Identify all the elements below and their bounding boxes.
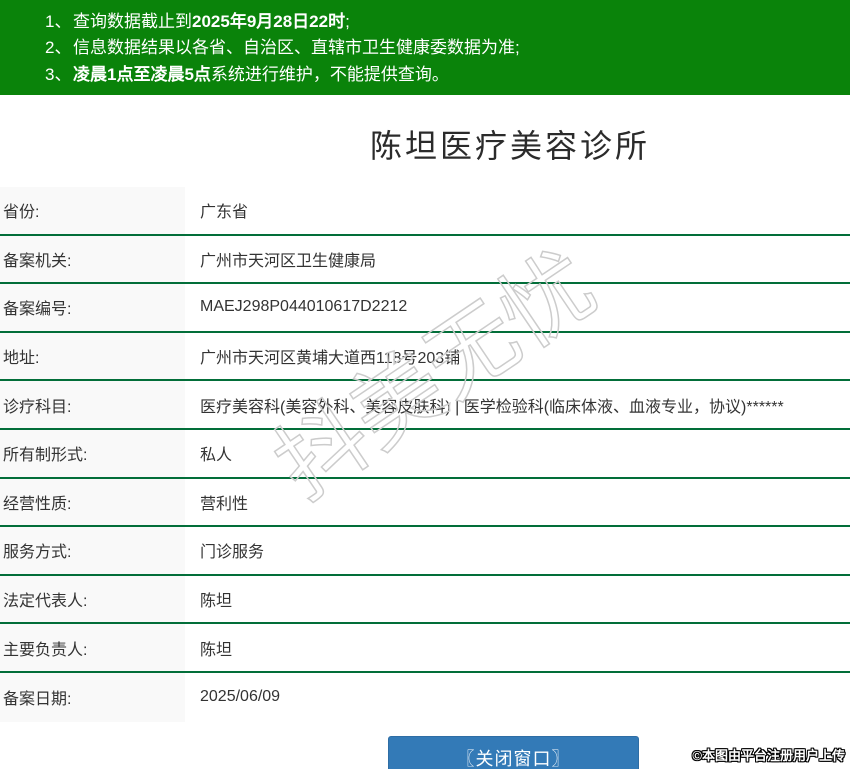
notice-text: ; [345,12,350,31]
table-row-filing-number: 备案编号: MAEJ298P044010617D2212 [0,284,850,333]
row-label: 服务方式: [0,527,185,574]
row-label: 地址: [0,332,185,380]
table-row-legal-representative: 法定代表人: 陈坦 [0,575,850,625]
row-value: 广东省 [200,204,249,222]
row-label: 诊疗科目: [0,381,185,428]
notice-line-2: 2、信息数据结果以各省、自治区、直辖市卫生健康委数据为准; [45,35,850,61]
table-row-principal: 主要负责人: 陈坦 [0,624,850,673]
row-label: 备案机关: [0,235,185,283]
row-label: 法定代表人: [0,575,185,623]
table-row-filing-authority: 备案机关: 广州市天河区卫生健康局 [0,235,850,285]
upload-credit-note: ©本图由平台注册用户上传 [692,748,845,763]
row-value: 陈坦 [200,593,233,611]
notice-text: 信息数据结果以各省、自治区、直辖市卫生健康委数据为准; [73,38,520,58]
table-row-province: 省份: 广东省 [0,187,850,236]
notice-number: 1、 [45,12,72,31]
table-row-ownership-type: 所有制形式: 私人 [0,429,850,479]
row-value: 陈坦 [200,641,233,659]
row-value: 营利性 [200,495,249,513]
query-result-page: 1、查询数据截止到2025年9月28日22时; 2、信息数据结果以各省、自治区、… [0,0,850,769]
table-row-medical-subjects: 诊疗科目: 医疗美容科(美容外科、美容皮肤科) | 医学检验科(临床体液、血液专… [0,381,850,430]
notice-text-bold: 凌晨1点至凌晨5点 [73,64,211,84]
table-row-filing-date: 备案日期: 2025/06/09 [0,672,850,722]
row-label: 备案编号: [0,284,185,331]
row-label: 所有制形式: [0,429,185,477]
close-window-button[interactable]: 〖关闭窗口〗 [388,736,639,769]
row-label: 主要负责人: [0,624,185,671]
row-label: 经营性质: [0,478,185,526]
row-value: 门诊服务 [200,544,265,562]
notice-banner: 1、查询数据截止到2025年9月28日22时; 2、信息数据结果以各省、自治区、… [0,0,850,95]
row-value: 2025/06/09 [200,688,281,706]
row-value: 医疗美容科(美容外科、美容皮肤科) | 医学检验科(临床体液、血液专业，协议)*… [200,398,784,416]
page-title: 陈坦医疗美容诊所 [369,128,650,164]
notice-text: 查询数据截止到 [73,12,192,31]
notice-line-3: 3、凌晨1点至凌晨5点系统进行维护，不能提供查询。 [45,62,850,88]
notice-number: 3、 [45,64,72,84]
row-value: 广州市天河区卫生健康局 [200,252,377,270]
row-value: MAEJ298P044010617D2212 [200,298,408,316]
row-value: 广州市天河区黄埔大道西118号203铺 [200,350,461,368]
notice-line-1: 1、查询数据截止到2025年9月28日22时; [45,9,850,35]
row-label: 省份: [0,187,185,234]
info-table: 省份: 广东省 备案机关: 广州市天河区卫生健康局 备案编号: MAEJ298P… [0,187,850,722]
table-row-business-nature: 经营性质: 营利性 [0,478,850,528]
row-label: 备案日期: [0,672,185,722]
notice-number: 2、 [45,38,72,58]
notice-text-bold: 2025年9月28日22时 [192,12,346,31]
row-value: 私人 [200,447,233,465]
notice-text: 系统进行维护，不能提供查询。 [210,64,449,84]
table-row-service-mode: 服务方式: 门诊服务 [0,527,850,576]
table-row-address: 地址: 广州市天河区黄埔大道西118号203铺 [0,332,850,382]
